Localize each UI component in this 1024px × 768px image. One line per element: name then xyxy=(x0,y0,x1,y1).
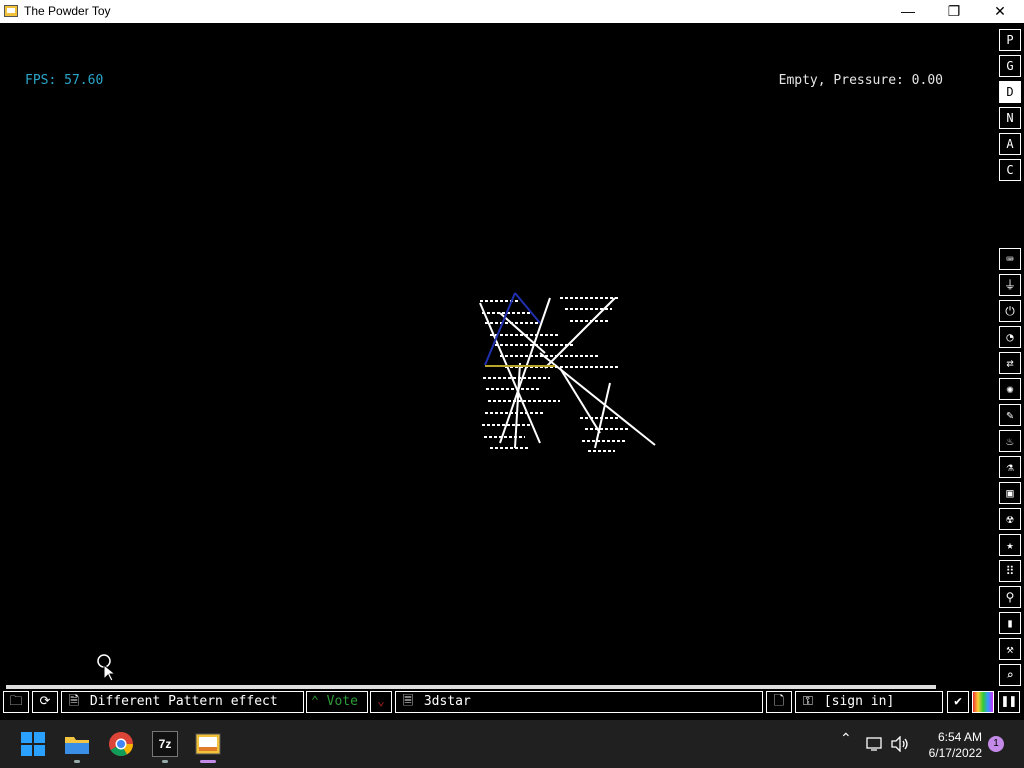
star-icon[interactable]: ★ xyxy=(999,534,1021,556)
mouse-cursor-icon xyxy=(97,654,117,682)
plug-icon[interactable]: ⏚ xyxy=(999,274,1021,296)
sign-in-label: [sign in] xyxy=(823,694,895,709)
sign-in-button[interactable]: ⚿ [sign in] xyxy=(795,691,943,713)
system-clock[interactable]: 6:54 AM 6/17/2022 xyxy=(918,729,982,761)
square-icon[interactable]: ▣ xyxy=(999,482,1021,504)
author-name: 3dstar xyxy=(423,694,471,709)
wrench-icon[interactable]: ⚒ xyxy=(999,638,1021,660)
side-button-p[interactable]: P xyxy=(999,29,1021,51)
render-options-button[interactable] xyxy=(972,691,994,713)
active-app-indicator xyxy=(200,760,216,763)
settings-button[interactable]: ✔ xyxy=(947,691,969,713)
keyboard-icon[interactable]: ⌨ xyxy=(999,248,1021,270)
side-button-c[interactable]: C xyxy=(999,159,1021,181)
power-icon[interactable]: ⏻ xyxy=(999,300,1021,322)
powder-toy-icon[interactable] xyxy=(195,731,221,757)
explorer-running-indicator xyxy=(74,760,80,763)
stairs-icon[interactable]: ⠿ xyxy=(999,560,1021,582)
minimize-button[interactable]: — xyxy=(885,0,931,23)
key-icon: ⚿ xyxy=(803,694,813,709)
vote-label: Vote xyxy=(326,694,358,709)
save-title-button[interactable]: 🗎 Different Pattern effect xyxy=(61,691,304,713)
new-simulation-button[interactable]: 🗋 xyxy=(766,691,792,713)
reload-icon: ⟳ xyxy=(39,694,51,709)
window-title-bar: The Powder Toy — ❐ ✕ xyxy=(0,0,1024,23)
clock-date: 6/17/2022 xyxy=(928,746,982,760)
downvote-button[interactable]: ⌄ xyxy=(370,691,392,713)
element-scroll-bar[interactable] xyxy=(6,685,936,689)
radiation-icon[interactable]: ☢ xyxy=(999,508,1021,530)
checkmark-icon: ✔ xyxy=(954,694,962,709)
chevron-up-icon[interactable]: ⌃ xyxy=(840,730,852,747)
powder-toy-app-icon xyxy=(4,5,18,17)
document-icon: 🗎 xyxy=(68,694,80,709)
windows-start-icon[interactable] xyxy=(20,731,46,757)
network-icon[interactable] xyxy=(866,736,884,752)
gauge-icon[interactable]: ◔ xyxy=(999,326,1021,348)
open-save-button[interactable]: 🗀 xyxy=(3,691,29,713)
chrome-icon[interactable] xyxy=(108,731,134,757)
explosion-icon[interactable]: ✺ xyxy=(999,378,1021,400)
new-document-icon: 🗋 xyxy=(773,694,785,709)
arrows-icon[interactable]: ⇄ xyxy=(999,352,1021,374)
pause-icon: ❚❚ xyxy=(1001,694,1017,709)
pen-icon[interactable]: ✎ xyxy=(999,404,1021,426)
maximize-button[interactable]: ❐ xyxy=(931,0,977,23)
7zip-running-indicator xyxy=(162,760,168,763)
flame-icon[interactable]: ♨ xyxy=(999,430,1021,452)
bulb-icon[interactable]: ⚲ xyxy=(999,586,1021,608)
side-button-a[interactable]: A xyxy=(999,133,1021,155)
upvote-button[interactable]: ⌃ Vote xyxy=(306,691,368,713)
downvote-icon: ⌄ xyxy=(377,694,385,709)
clock-time: 6:54 AM xyxy=(937,730,982,744)
save-author-button[interactable]: 🗏 3dstar xyxy=(395,691,763,713)
pause-button[interactable]: ❚❚ xyxy=(998,691,1020,713)
simulation-canvas[interactable]: FPS: 57.60 Empty, Pressure: 0.00 xyxy=(0,23,996,685)
color-spectrum-icon xyxy=(973,692,993,712)
volume-icon[interactable] xyxy=(890,736,910,752)
bookmark-icon[interactable]: ▮ xyxy=(999,612,1021,634)
7zip-icon[interactable]: 7z xyxy=(152,731,178,757)
folder-open-icon: 🗀 xyxy=(9,694,23,709)
close-button[interactable]: ✕ xyxy=(977,0,1023,23)
side-button-g[interactable]: G xyxy=(999,55,1021,77)
window-title: The Powder Toy xyxy=(24,4,111,18)
search-icon[interactable]: ⌕ xyxy=(999,664,1021,686)
side-button-n[interactable]: N xyxy=(999,107,1021,129)
tag-icon: 🗏 xyxy=(402,694,414,709)
side-button-d[interactable]: D xyxy=(999,81,1021,103)
file-explorer-icon[interactable] xyxy=(64,731,90,757)
flask-icon[interactable]: ⚗ xyxy=(999,456,1021,478)
notification-badge[interactable]: 1 xyxy=(988,736,1004,752)
reload-button[interactable]: ⟳ xyxy=(32,691,58,713)
save-title: Different Pattern effect xyxy=(89,694,278,709)
upvote-icon: ⌃ xyxy=(311,694,319,709)
